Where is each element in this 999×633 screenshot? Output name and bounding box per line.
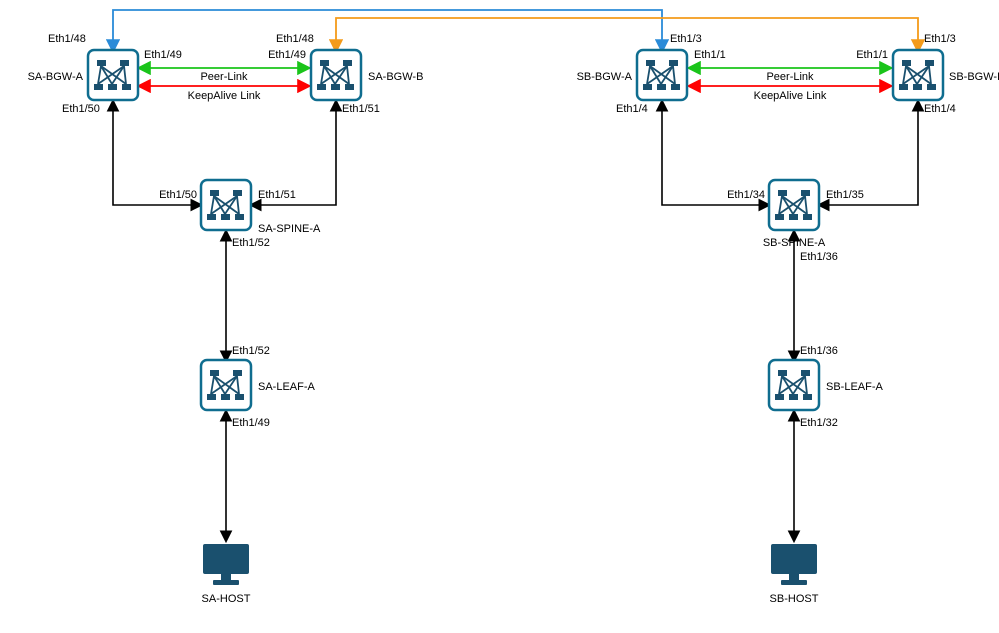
port-sa-bgw-b-top: Eth1/48 (276, 33, 314, 45)
port-sb-spine-right: Eth1/35 (826, 189, 864, 201)
port-sa-spine-bottom: Eth1/52 (232, 237, 270, 249)
label-sa-leaf-a: SA-LEAF-A (258, 381, 316, 393)
node-sb-host (771, 544, 817, 585)
port-sa-spine-left: Eth1/50 (159, 189, 197, 201)
label-sb-leaf-a: SB-LEAF-A (826, 381, 884, 393)
port-sa-leaf-bottom: Eth1/49 (232, 417, 270, 429)
node-sb-bgw-b (893, 50, 943, 100)
label-sb-bgw-b: SB-BGW-B (949, 71, 999, 83)
network-diagram: SA-BGW-A Eth1/48 Eth1/49 Eth1/50 SA-BGW-… (0, 0, 999, 633)
port-sa-spine-right: Eth1/51 (258, 189, 296, 201)
label-sa-spine-a: SA-SPINE-A (258, 223, 321, 235)
label-sb-keepalive: KeepAlive Link (754, 90, 827, 102)
port-sb-bgw-a-bottom: Eth1/4 (616, 103, 648, 115)
port-sa-leaf-top: Eth1/52 (232, 345, 270, 357)
label-sa-keepalive: KeepAlive Link (188, 90, 261, 102)
port-sb-spine-bottom: Eth1/36 (800, 251, 838, 263)
node-sa-bgw-b (311, 50, 361, 100)
port-sa-bgw-a-bottom: Eth1/50 (62, 103, 100, 115)
port-sb-bgw-b-left: Eth1/1 (856, 49, 888, 61)
label-sa-host: SA-HOST (202, 593, 251, 605)
node-sa-bgw-a (88, 50, 138, 100)
label-sb-bgw-a: SB-BGW-A (577, 71, 633, 83)
port-sa-bgw-b-bottom: Eth1/51 (342, 103, 380, 115)
port-sb-bgw-a-right: Eth1/1 (694, 49, 726, 61)
node-sa-leaf-a (201, 360, 251, 410)
port-sa-bgw-b-left: Eth1/49 (268, 49, 306, 61)
node-sb-leaf-a (769, 360, 819, 410)
port-sb-leaf-top: Eth1/36 (800, 345, 838, 357)
node-sa-host (203, 544, 249, 585)
port-sb-bgw-b-top: Eth1/3 (924, 33, 956, 45)
port-sa-bgw-a-top: Eth1/48 (48, 33, 86, 45)
port-sb-bgw-b-bottom: Eth1/4 (924, 103, 956, 115)
label-sb-spine-a: SB-SPINE-A (763, 237, 826, 249)
link-sa-bgw-a-to-sb-bgw-a (113, 10, 662, 50)
node-sb-spine-a (769, 180, 819, 230)
label-sb-host: SB-HOST (770, 593, 819, 605)
link-sa-bgw-b-to-sb-bgw-b (336, 18, 918, 50)
port-sb-spine-left: Eth1/34 (727, 189, 765, 201)
node-sa-spine-a (201, 180, 251, 230)
port-sa-bgw-a-right: Eth1/49 (144, 49, 182, 61)
port-sb-bgw-a-top: Eth1/3 (670, 33, 702, 45)
label-sa-bgw-b: SA-BGW-B (368, 71, 423, 83)
label-sa-peer: Peer-Link (200, 71, 248, 83)
label-sa-bgw-a: SA-BGW-A (28, 71, 84, 83)
port-sb-leaf-bottom: Eth1/32 (800, 417, 838, 429)
label-sb-peer: Peer-Link (766, 71, 814, 83)
node-sb-bgw-a (637, 50, 687, 100)
